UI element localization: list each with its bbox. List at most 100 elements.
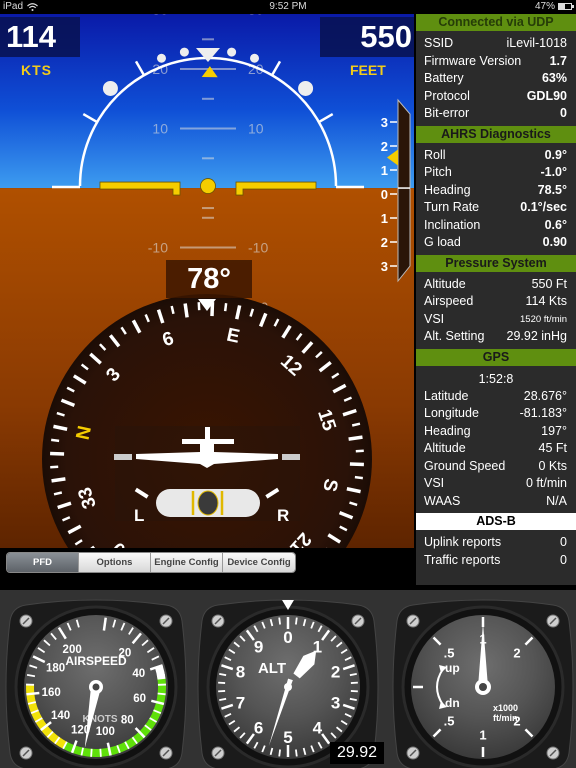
altimeter-label: 9	[254, 638, 263, 657]
longitude-value: -81.183°	[519, 406, 567, 420]
list-item: Pitch -1.0°	[416, 164, 576, 182]
roll-dot	[179, 47, 189, 57]
row-label: VSI	[424, 476, 445, 490]
vsi-label: 0	[381, 187, 388, 202]
row-label: Inclination	[424, 217, 481, 232]
list-item: Traffic reports 0	[416, 552, 576, 570]
list-item: Altitude 550 Ft	[416, 276, 576, 294]
list-item: VSI 0 ft/min	[416, 475, 576, 493]
gps-altitude-value: 45 Ft	[538, 441, 568, 455]
pitch-label: 10	[152, 121, 168, 137]
gps-heading-value: 197°	[541, 423, 567, 438]
row-label: Battery	[424, 71, 464, 85]
row-label: Turn Rate	[424, 200, 480, 214]
altimeter-label: 0	[283, 628, 292, 647]
airspeed-label: 180	[46, 662, 65, 674]
altimeter-tick	[295, 617, 298, 625]
pressure-section: Altitude 550 Ft Airspeed 114 Kts VSI 1520 f…	[416, 272, 576, 349]
row-label: Latitude	[424, 388, 469, 403]
tab-device-config[interactable]: Device Config	[223, 553, 295, 572]
pitch-label: -10	[148, 240, 168, 256]
protocol-value: GDL90	[526, 88, 567, 103]
roll-value: 0.9°	[544, 147, 567, 162]
pitch-label: 30	[152, 14, 168, 18]
slip-right-label: R	[277, 506, 289, 525]
vsi-down-label: .5	[444, 714, 455, 729]
ssid-value: iLevil-1018	[506, 36, 567, 50]
gps-time: 1:52:8	[478, 371, 514, 386]
slip-left-label: L	[134, 506, 144, 525]
altitude-readout: 550	[320, 17, 414, 57]
list-item: Airspeed 114 Kts	[416, 293, 576, 311]
vertical-speed-gauge: .512.512updnx1000ft/min	[392, 599, 574, 768]
row-label: Altitude	[424, 441, 466, 455]
altimeter-tick	[295, 749, 298, 757]
battery-value: 63%	[541, 71, 567, 85]
roll-dot	[102, 80, 118, 96]
roll-dot	[298, 80, 314, 96]
adsb-section: Uplink reports 0 Traffic reports 0	[416, 530, 576, 572]
row-label: Uplink reports	[424, 535, 502, 549]
altimeter-label: 5	[283, 728, 292, 747]
altimeter-label: 2	[331, 663, 340, 682]
list-item: Roll 0.9°	[416, 147, 576, 165]
row-label: Ground Speed	[424, 458, 506, 473]
pressure-header: Pressure System	[416, 254, 576, 272]
vsi-up-label: .5	[444, 646, 455, 661]
list-item: Inclination 0.6°	[416, 217, 576, 235]
row-label: G load	[424, 235, 461, 249]
pressure-altitude-value: 550 Ft	[531, 276, 567, 291]
pressure-airspeed-value: 114 Kts	[525, 294, 567, 308]
wing-ref-right	[282, 454, 300, 460]
diagnostics-panel: Connected via UDP SSID iLevil-1018 Firmwa…	[416, 14, 576, 585]
altimeter-label: 3	[331, 694, 340, 713]
vsi-label: 2	[381, 139, 388, 154]
ahrs-header: AHRS Diagnostics	[416, 125, 576, 143]
list-item: VSI 1520 ft/min	[416, 311, 576, 329]
status-bar: iPad 9:52 PM 47%	[0, 0, 576, 14]
ground-speed-value: 0 Kts	[538, 458, 568, 473]
compass-tick	[53, 491, 63, 496]
altimeter-tick	[278, 617, 281, 625]
adsb-header: ADS-B	[416, 513, 576, 530]
baro-setting[interactable]: 29.92	[330, 742, 384, 764]
airspeed-label: 40	[132, 668, 145, 680]
heading-value: 78.5°	[537, 182, 567, 197]
list-item: Protocol GDL90	[416, 88, 576, 106]
firmware-value: 1.7	[549, 53, 567, 68]
altimeter-label: 8	[236, 663, 245, 682]
altitude-unit: FEET	[350, 62, 386, 78]
row-label: Traffic reports	[424, 552, 501, 567]
list-item: Ground Speed 0 Kts	[416, 458, 576, 476]
row-label: Protocol	[424, 88, 470, 103]
compass-tick	[351, 422, 361, 427]
list-item: G load 0.90	[416, 234, 576, 252]
waas-value: N/A	[546, 493, 567, 508]
tab-pfd[interactable]: PFD	[7, 553, 79, 572]
altimeter-label: 4	[313, 719, 323, 738]
row-label: Pitch	[424, 165, 452, 179]
row-label: Bit-error	[424, 106, 470, 120]
pitch-label: -10	[248, 240, 268, 256]
compass-tick	[354, 475, 363, 480]
row-label: Firmware Version	[424, 53, 522, 68]
altimeter-tick	[278, 749, 281, 757]
heading-readout: 78°	[166, 260, 252, 298]
tab-options[interactable]: Options	[79, 553, 151, 572]
pitch-label: 30	[248, 14, 264, 18]
row-label: Heading	[424, 423, 471, 438]
airspeed-unit: KTS	[21, 62, 52, 78]
connection-section: SSID iLevil-1018 Firmware Version 1.7 Batt…	[416, 31, 576, 126]
primary-flight-display[interactable]: 4040303020201010-10-10-20-20-30-30-40-40…	[0, 14, 414, 548]
row-label: Alt. Setting	[424, 329, 485, 343]
list-item: Battery 63%	[416, 70, 576, 88]
list-item: Uplink reports 0	[416, 534, 576, 552]
tab-engine-config[interactable]: Engine Config	[151, 553, 223, 572]
list-item: Turn Rate 0.1°/sec	[416, 199, 576, 217]
g-load-value: 0.90	[542, 235, 567, 249]
airspeed-tick	[99, 748, 102, 757]
vsi-label: 3	[381, 259, 388, 274]
vsi-unit-line1: x1000	[493, 703, 518, 713]
needle-hub-center	[92, 683, 100, 691]
compass-tick	[170, 305, 175, 315]
